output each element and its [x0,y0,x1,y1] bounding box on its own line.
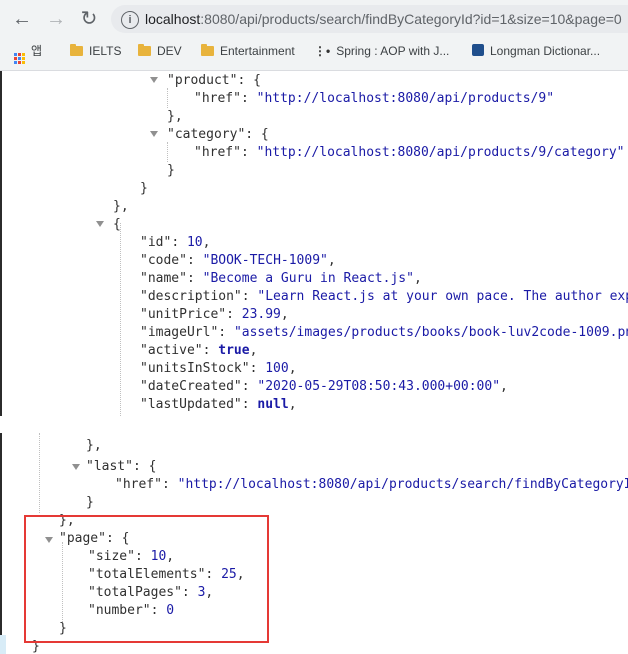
json-last-href: "href": "http://localhost:8080/api/produ… [115,477,628,492]
json-product-href: "href": "http://localhost:8080/api/produ… [194,91,555,106]
bookmark-apps[interactable]: 앱 [14,42,42,64]
bookmark-ielts[interactable]: IELTS [70,42,121,60]
selection-marker [0,635,6,654]
longman-favicon-icon [472,44,484,56]
json-field-active: "active": true, [140,343,258,358]
browser-toolbar: ← → ↻ i localhost:8080/api/products/searc… [0,0,628,71]
forward-arrow-icon[interactable]: → [44,8,68,30]
bookmark-dev[interactable]: DEV [138,42,182,60]
bookmark-entertainment[interactable]: Entertainment [201,42,295,60]
folder-icon [138,44,151,56]
json-viewer-top: "product": { "href": "http://localhost:8… [0,71,628,416]
folder-icon [201,44,214,56]
json-product-key: "product": { [167,73,261,88]
json-category-key: "category": { [167,127,269,142]
address-bar[interactable]: i localhost:8080/api/products/search/find… [111,5,628,33]
highlight-box [24,515,269,643]
json-field-lastupdated: "lastUpdated": null, [140,397,297,412]
json-category-href: "href": "http://localhost:8080/api/produ… [194,145,625,160]
collapse-toggle-icon[interactable] [150,77,158,83]
site-info-icon[interactable]: i [121,11,139,30]
bookmark-spring-aop[interactable]: ⋮• Spring : AOP with J... [314,42,449,60]
json-field-name: "name": "Become a Guru in React.js", [140,271,422,286]
json-field-unitsinstock: "unitsInStock": 100, [140,361,297,376]
bookmark-longman[interactable]: Longman Dictionar... [472,42,600,60]
json-field-unitprice: "unitPrice": 23.99, [140,307,289,322]
json-field-imageurl: "imageUrl": "assets/images/products/book… [140,325,628,340]
back-arrow-icon[interactable]: ← [10,8,34,30]
json-last-key: "last": { [86,459,157,474]
reload-icon[interactable]: ↻ [77,8,101,30]
collapse-toggle-icon[interactable] [72,464,80,470]
json-field-datecreated: "dateCreated": "2020-05-29T08:50:43.000+… [140,379,508,394]
collapse-toggle-icon[interactable] [150,131,158,137]
json-field-description: "description": "Learn React.js at your o… [140,289,628,304]
json-field-id: "id": 10, [140,235,211,250]
json-field-code: "code": "BOOK-TECH-1009", [140,253,336,268]
url-path: :8080/api/products/search/findByCategory… [200,11,622,27]
screenshot-gap [0,416,628,433]
collapse-toggle-icon[interactable] [96,221,104,227]
bookmarks-bar: 앱 IELTS DEV Entertainment ⋮• Spring : AOP… [0,38,628,64]
folder-icon [70,44,83,56]
apps-grid-icon [14,53,25,64]
spring-favicon-icon: ⋮• [314,44,331,58]
url-host: localhost [145,11,201,27]
